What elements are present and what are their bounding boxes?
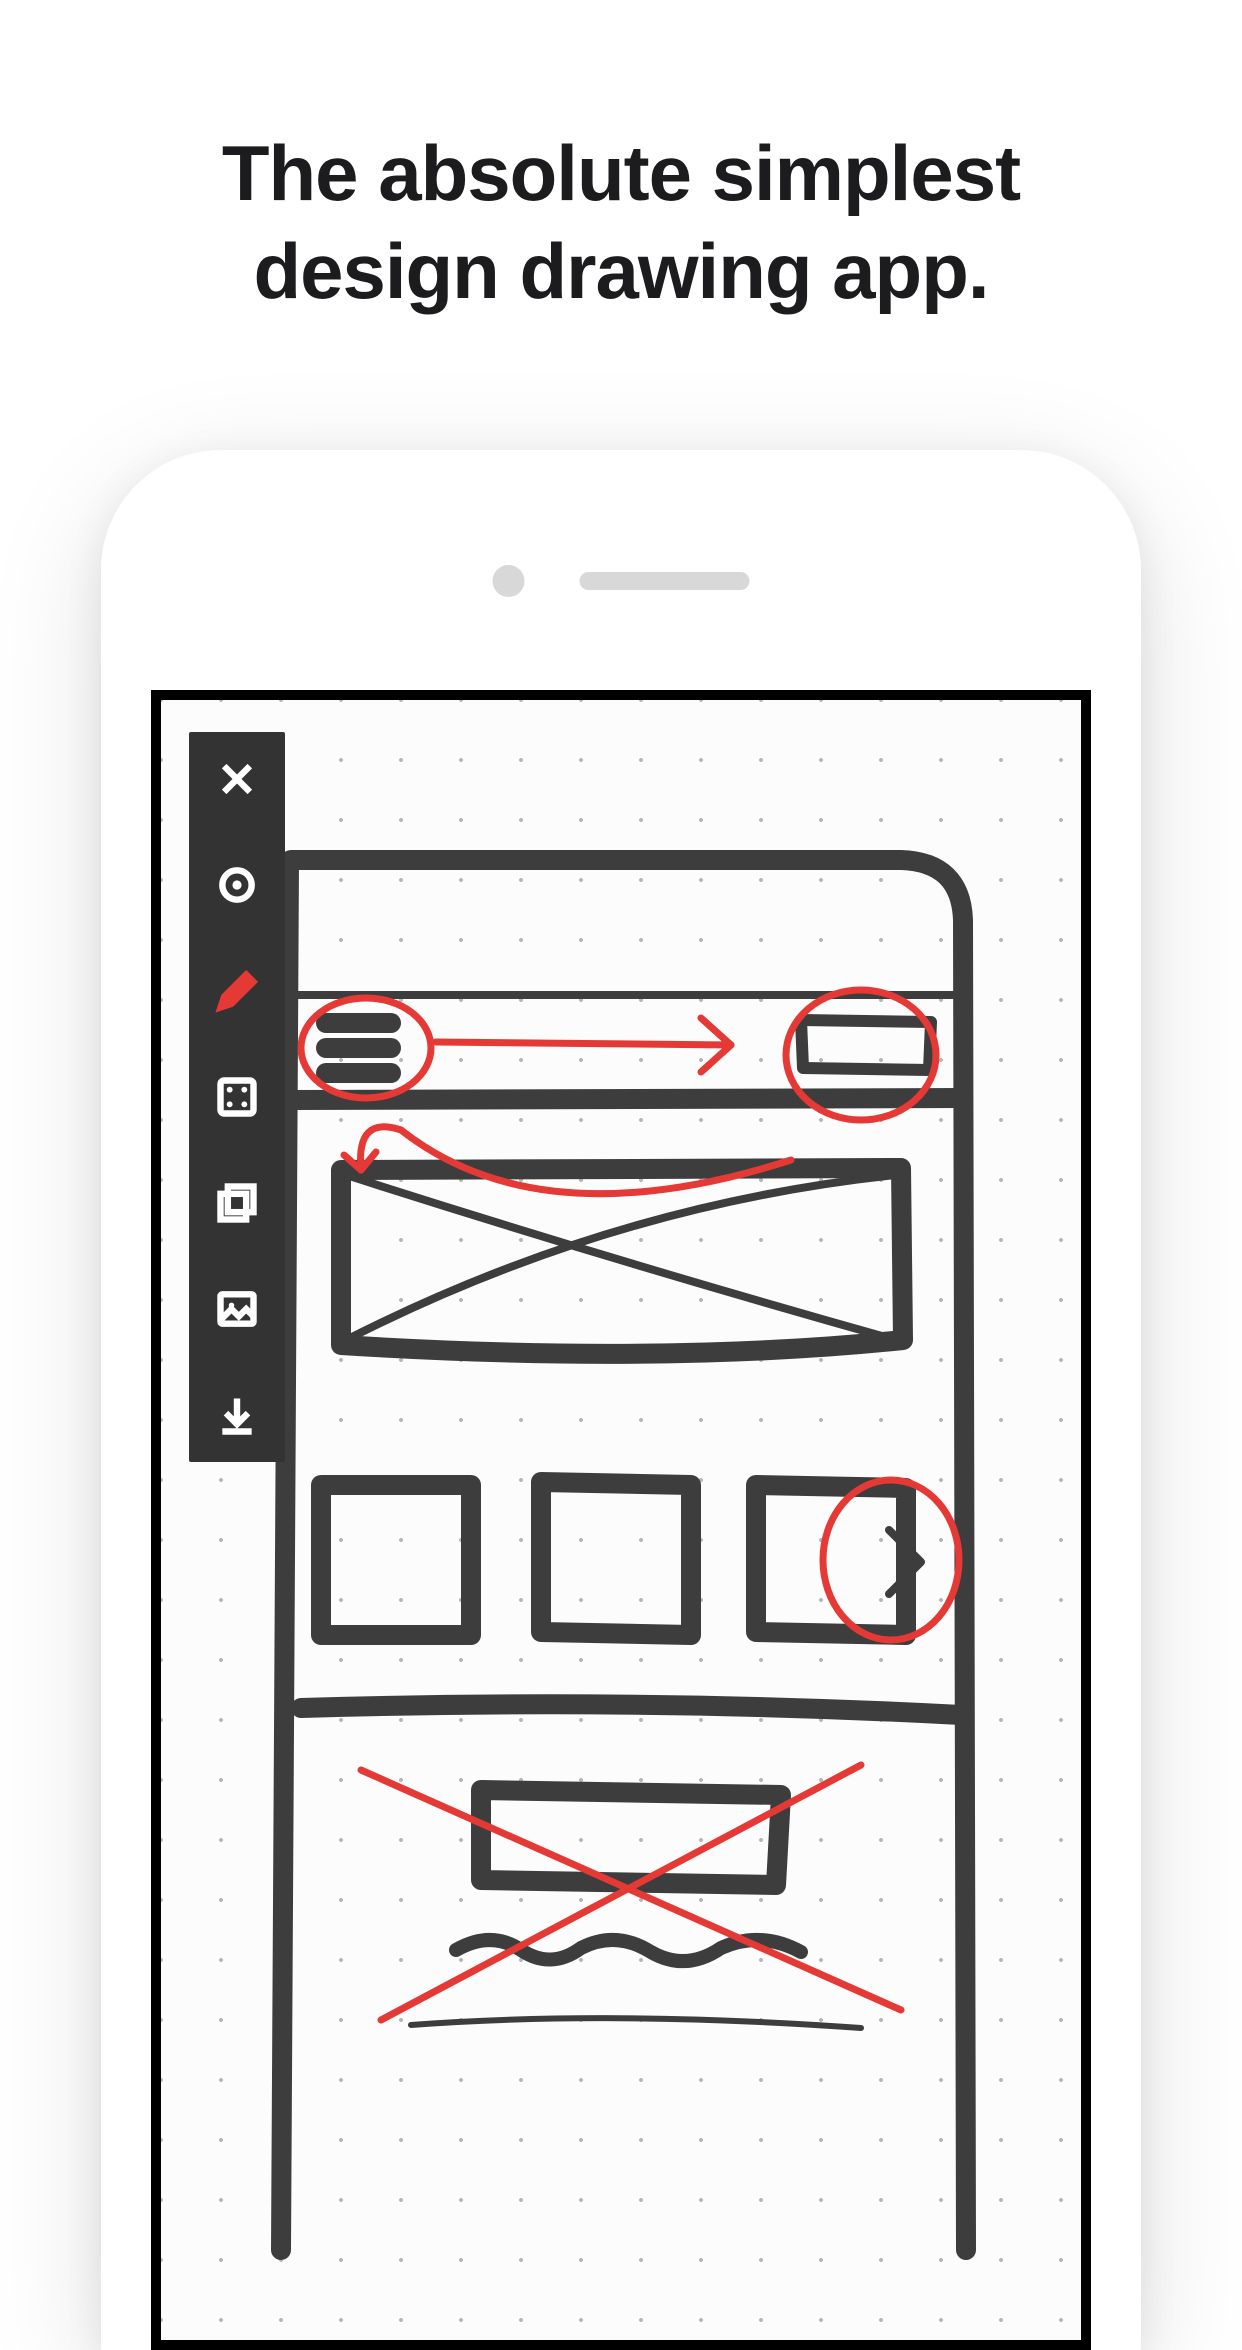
download-tool-button[interactable] <box>212 1390 262 1440</box>
headline-line-2: design drawing app. <box>253 227 988 315</box>
close-tool-button[interactable] <box>212 754 262 804</box>
phone-earpiece <box>580 572 750 590</box>
pencil-tool-button[interactable] <box>212 966 262 1016</box>
layers-tool-button[interactable] <box>212 1178 262 1228</box>
image-icon <box>215 1287 259 1331</box>
download-icon <box>215 1393 259 1437</box>
sketch-wireframe <box>161 700 1081 2340</box>
phone-top-hardware <box>493 565 750 597</box>
drawing-canvas[interactable] <box>161 700 1081 2340</box>
record-icon <box>215 863 259 907</box>
headline-line-1: The absolute simplest <box>222 129 1020 217</box>
phone-body <box>101 450 1141 2350</box>
dice-icon <box>215 1075 259 1119</box>
phone-mockup <box>101 450 1141 2350</box>
layers-icon <box>215 1181 259 1225</box>
marketing-headline: The absolute simplest design drawing app… <box>0 125 1242 320</box>
dice-tool-button[interactable] <box>212 1072 262 1122</box>
record-tool-button[interactable] <box>212 860 262 910</box>
image-tool-button[interactable] <box>212 1284 262 1334</box>
phone-camera-dot <box>493 565 525 597</box>
close-icon <box>215 757 259 801</box>
pencil-icon <box>215 969 259 1013</box>
phone-screen <box>151 690 1091 2350</box>
tool-palette <box>189 732 285 1462</box>
